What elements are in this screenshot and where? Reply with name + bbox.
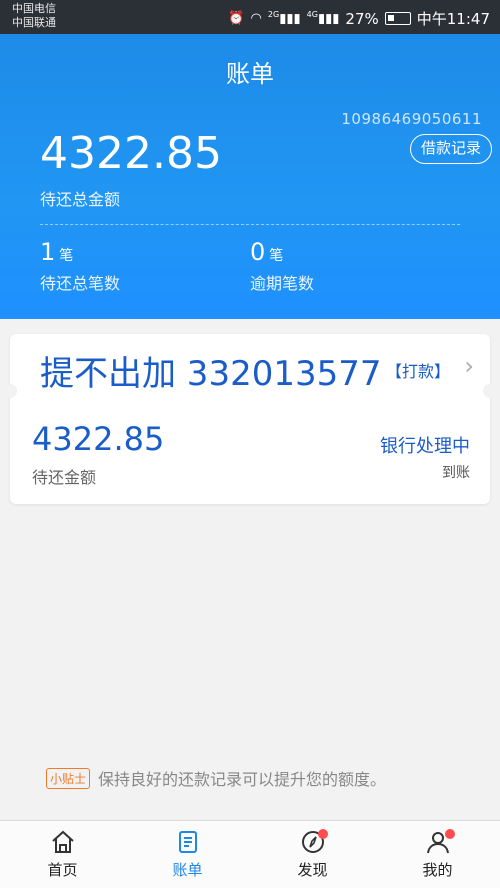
- total-amount-label: 待还总金额: [40, 190, 121, 209]
- loan-record-button[interactable]: 借款记录: [410, 134, 492, 164]
- overdue-count: 0: [250, 238, 266, 266]
- notification-dot: [445, 829, 455, 839]
- bill-status: 银行处理中: [380, 436, 470, 457]
- overdue-unit: 笔: [269, 248, 284, 264]
- system-indicators: ⏰ ◠ 2G▮▮▮ 4G▮▮▮ 27% 中午11:47: [228, 8, 490, 29]
- wifi-icon: ◠: [250, 11, 262, 26]
- tab-me[interactable]: 我的: [375, 821, 500, 888]
- tip-badge: 小贴士: [46, 767, 91, 789]
- carrier-2: 中国联通: [12, 16, 56, 29]
- bill-summary-header: 账单 10986469050611 借款记录 4322.85 待还总金额 1笔 …: [0, 34, 500, 319]
- carrier-1: 中国电信: [12, 2, 56, 15]
- pending-count-stat: 1笔 待还总笔数: [40, 238, 120, 294]
- signal-icon: 2G▮▮▮: [267, 10, 301, 27]
- tab-label: 账单: [172, 861, 203, 879]
- tab-bill[interactable]: 账单: [125, 821, 250, 888]
- signal-icon: 4G▮▮▮: [306, 10, 340, 27]
- bill-amount: 4322.85: [32, 420, 165, 458]
- status-bar: 中国电信 中国联通 ⏰ ◠ 2G▮▮▮ 4G▮▮▮ 27% 中午11:47: [0, 0, 500, 34]
- bill-icon: [178, 831, 197, 853]
- pending-count: 1: [40, 238, 56, 266]
- tab-discover[interactable]: 发现: [250, 821, 375, 888]
- battery-percent: 27%: [345, 9, 379, 28]
- bill-status-sub: 到账: [442, 465, 470, 481]
- tab-label: 首页: [47, 861, 78, 879]
- bill-amount-label: 待还金额: [32, 468, 97, 487]
- card-overlay-text: 提不出加 332013577: [40, 354, 382, 394]
- notification-dot: [318, 829, 328, 839]
- pending-count-label: 待还总笔数: [40, 274, 121, 293]
- bill-card[interactable]: 提不出加 332013577 【打款】 › 4322.85 待还金额 银行处理中…: [3, 334, 497, 504]
- total-amount: 4322.85: [40, 128, 222, 179]
- pending-unit: 笔: [59, 248, 74, 264]
- overdue-count-label: 逾期笔数: [250, 274, 315, 293]
- overdue-count-stat: 0笔 逾期笔数: [250, 238, 314, 294]
- tip-text: 保持良好的还款记录可以提升您的额度。: [98, 770, 387, 789]
- tab-home[interactable]: 首页: [0, 821, 125, 888]
- card-notch: [483, 384, 497, 398]
- account-number: 10986469050611: [341, 110, 482, 128]
- bottom-tab-bar: 首页 账单 发现 我的: [0, 820, 500, 888]
- page-title: 账单: [226, 60, 274, 88]
- tab-label: 发现: [297, 861, 328, 879]
- divider: [40, 224, 460, 225]
- tab-label: 我的: [422, 861, 453, 879]
- battery-icon: [384, 12, 411, 25]
- chevron-right-icon[interactable]: ›: [464, 352, 474, 380]
- clock: 中午11:47: [416, 10, 490, 28]
- home-icon: [51, 830, 74, 853]
- alarm-icon: ⏰: [228, 11, 245, 26]
- tip-bar: 小贴士 保持良好的还款记录可以提升您的额度。: [46, 766, 386, 790]
- payout-link[interactable]: 【打款】: [386, 358, 450, 382]
- carrier-info: 中国电信 中国联通: [12, 2, 56, 30]
- card-notch: [3, 384, 17, 398]
